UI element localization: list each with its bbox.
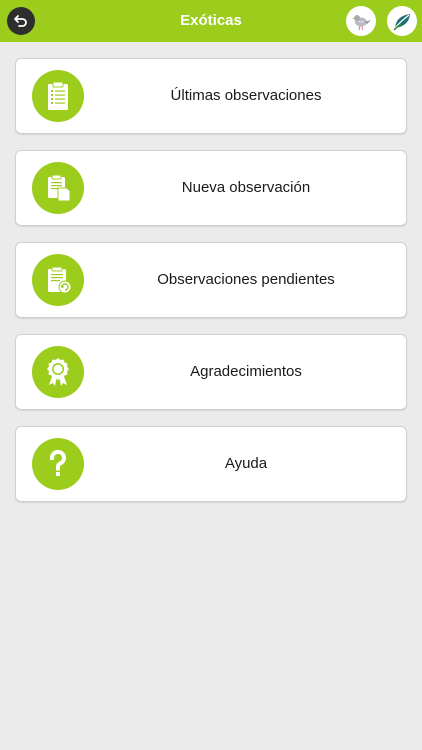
menu-item-label: Observaciones pendientes <box>157 271 335 288</box>
menu-item-latest-observations[interactable]: Últimas observaciones <box>15 58 407 134</box>
menu-item-new-observation[interactable]: Nueva observación <box>15 150 407 226</box>
question-mark-icon <box>32 438 84 490</box>
back-button[interactable] <box>7 7 35 35</box>
top-bar: Exóticas <box>0 0 422 42</box>
back-arrow-icon <box>14 15 27 27</box>
menu-item-label: Agradecimientos <box>190 363 302 380</box>
new-document-icon <box>32 162 84 214</box>
award-ribbon-icon <box>32 346 84 398</box>
leaf-logo-icon <box>393 14 410 31</box>
menu-item-help[interactable]: Ayuda <box>15 426 407 502</box>
pending-documents-icon <box>32 254 84 306</box>
bird-logo-icon <box>352 15 371 31</box>
menu-item-pending-observations[interactable]: Observaciones pendientes <box>15 242 407 318</box>
menu-item-label: Nueva observación <box>181 179 311 196</box>
menu-item-label: Ayuda <box>224 455 268 472</box>
menu-item-label: Últimas observaciones <box>170 87 322 104</box>
clipboard-list-icon <box>32 70 84 122</box>
leaf-logo-button[interactable] <box>387 6 417 36</box>
menu-item-acknowledgements[interactable]: Agradecimientos <box>15 334 407 410</box>
bird-logo-button[interactable] <box>346 6 376 36</box>
main-menu: Últimas observaciones Nueva observación <box>15 58 407 518</box>
